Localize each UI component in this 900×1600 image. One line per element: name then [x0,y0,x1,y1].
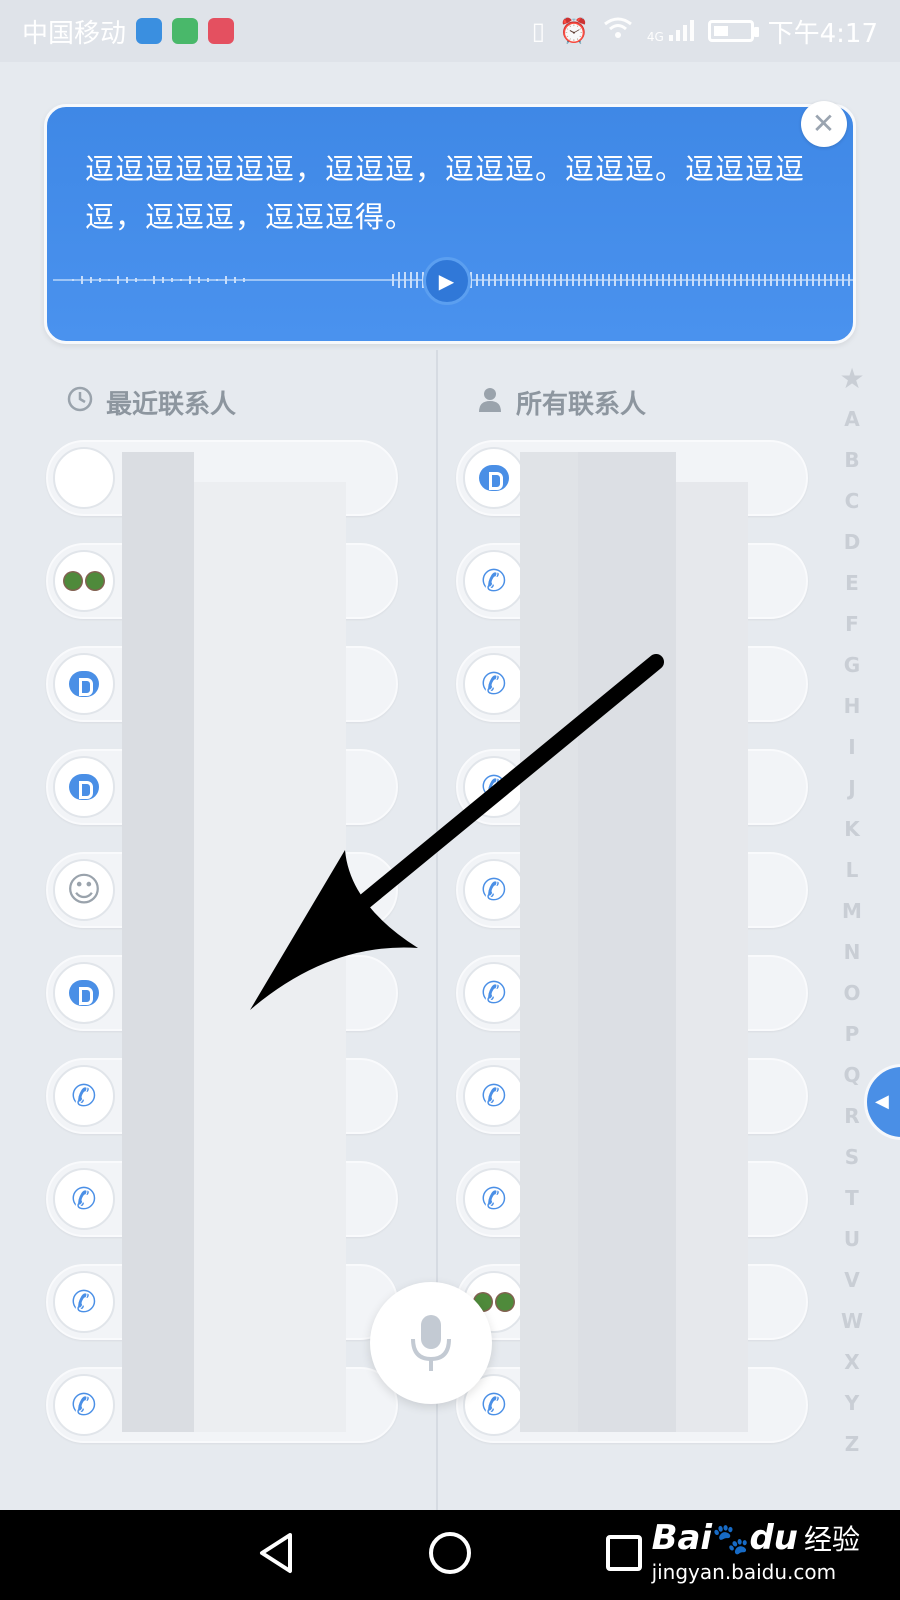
paw-logo-icon: 🐾 [712,1522,750,1557]
home-icon[interactable] [428,1531,472,1579]
baidu-jingyan-watermark: Bai🐾du 经验 jingyan.baidu.com [651,1518,860,1584]
back-icon[interactable] [256,1531,296,1579]
annotation-arrow [250,654,664,1010]
recents-icon[interactable] [604,1533,644,1577]
